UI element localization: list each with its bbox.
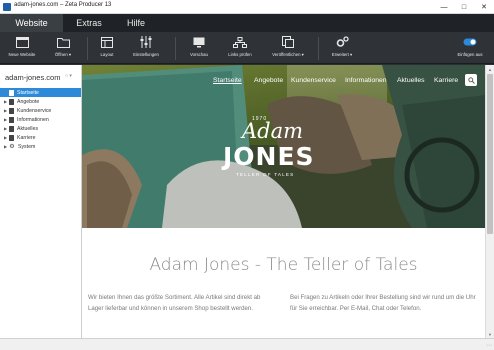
insert-toggle-label: Einfügen aus xyxy=(457,52,483,57)
open-button[interactable]: Öffnen ▾ xyxy=(46,35,80,62)
logo-tagline: TELLER OF TALES xyxy=(236,172,295,177)
tree-item-label: Startseite xyxy=(17,89,39,96)
tree-item-kundenservice[interactable]: ▶ Kundenservice xyxy=(0,106,81,115)
ribbon-separator xyxy=(175,37,176,60)
website-preview[interactable]: Startseite Angebote Kundenservice Inform… xyxy=(82,65,485,338)
scroll-thumb[interactable] xyxy=(487,74,493,234)
close-icon[interactable]: ✕ xyxy=(474,0,494,14)
resize-grip-icon[interactable]: ⋯ xyxy=(486,342,492,349)
logo-script: Adam xyxy=(242,119,304,143)
search-button[interactable] xyxy=(465,74,477,86)
publish-button[interactable]: Veröffentlichen ▾ xyxy=(266,35,310,62)
tab-website[interactable]: Website xyxy=(0,14,63,32)
settings-label: Einstellungen xyxy=(133,52,159,57)
ribbon-separator xyxy=(318,37,319,60)
site-dropdown-icon[interactable]: ○ ▾ xyxy=(65,73,72,79)
window-title: adam-jones.com – Zeta Producer 13 xyxy=(14,2,112,8)
ribbon-separator xyxy=(87,37,88,60)
toggle-icon xyxy=(463,35,477,49)
insert-toggle[interactable]: Einfügen aus xyxy=(452,35,488,62)
new-website-button[interactable]: Neue Website xyxy=(4,35,40,62)
site-tree-panel: adam-jones.com ○ ▾ Startseite ▶ Angebote… xyxy=(0,65,82,338)
open-label: Öffnen ▾ xyxy=(54,52,72,57)
ribbon-toolbar: Neue Website Öffnen ▾ Layout Einstellung… xyxy=(0,32,494,64)
nav-informationen[interactable]: Informationen xyxy=(345,77,387,84)
search-icon xyxy=(467,76,475,84)
sitemap-icon xyxy=(233,35,247,49)
layout-label: Layout xyxy=(100,52,114,57)
tree-item-karriere[interactable]: ▶ Karriere xyxy=(0,133,81,142)
tree-item-label: Aktuelles xyxy=(17,125,39,132)
nav-karriere[interactable]: Karriere xyxy=(434,77,458,84)
scroll-up-icon[interactable]: ▲ xyxy=(486,65,494,73)
vertical-scrollbar[interactable]: ▲ ▼ xyxy=(485,65,494,338)
site-navigation: Startseite Angebote Kundenservice Inform… xyxy=(82,77,485,89)
window-new-icon xyxy=(15,35,29,49)
tree-item-label: Angebote xyxy=(17,98,40,105)
page-icon xyxy=(9,125,14,132)
check-links-label: Links prüfen xyxy=(228,52,252,57)
publish-icon xyxy=(281,35,295,49)
tree-item-label: Kundenservice xyxy=(17,107,52,114)
new-website-label: Neue Website xyxy=(8,52,36,57)
tree-item-label: Karriere xyxy=(17,134,36,141)
page-tree: Startseite ▶ Angebote ▶ Kundenservice ▶ … xyxy=(0,88,81,151)
app-icon xyxy=(3,3,11,11)
tree-item-label: Informationen xyxy=(17,116,49,123)
scroll-down-icon[interactable]: ▼ xyxy=(486,330,494,338)
gears-icon xyxy=(335,35,349,49)
publish-label: Veröffentlichen ▾ xyxy=(272,52,304,57)
tree-item-angebote[interactable]: ▶ Angebote xyxy=(0,97,81,106)
check-links-button[interactable]: Links prüfen xyxy=(222,35,258,62)
page-icon xyxy=(9,107,14,114)
logo-main: JONES xyxy=(223,142,315,171)
minimize-icon[interactable]: — xyxy=(434,0,454,14)
page-icon xyxy=(9,89,14,96)
tab-extras[interactable]: Extras xyxy=(63,14,115,32)
advanced-button[interactable]: Erweitert ▾ xyxy=(327,35,357,62)
layout-button[interactable]: Layout xyxy=(94,35,120,62)
settings-button[interactable]: Einstellungen xyxy=(127,35,165,62)
tree-item-informationen[interactable]: ▶ Informationen xyxy=(0,115,81,124)
intro-text-right: Bei Fragen zu Artikeln oder Ihrer Bestel… xyxy=(290,294,476,313)
tree-item-startseite[interactable]: Startseite xyxy=(0,88,81,97)
sliders-icon xyxy=(139,35,153,49)
tree-item-aktuelles[interactable]: ▶ Aktuelles xyxy=(0,124,81,133)
nav-startseite[interactable]: Startseite xyxy=(213,77,242,84)
page-icon xyxy=(9,98,14,105)
folder-open-icon xyxy=(56,35,70,49)
nav-kundenservice[interactable]: Kundenservice xyxy=(291,77,336,84)
gear-icon: ⚙ xyxy=(9,144,15,150)
tree-item-label: System xyxy=(18,143,36,150)
tree-item-system[interactable]: ▶ ⚙ System xyxy=(0,142,81,151)
site-name: adam-jones.com xyxy=(5,73,61,82)
tab-bar: Website Extras Hilfe xyxy=(0,14,494,32)
intro-text-left: Wir bieten Ihnen das größte Sortiment. A… xyxy=(88,294,261,313)
nav-aktuelles[interactable]: Aktuelles xyxy=(397,77,425,84)
preview-button[interactable]: Vorschau xyxy=(185,35,213,62)
status-bar: ⋯ xyxy=(0,338,494,350)
page-icon xyxy=(9,134,14,141)
hero-image: Startseite Angebote Kundenservice Inform… xyxy=(82,65,485,228)
layout-icon xyxy=(100,35,114,49)
preview-label: Vorschau xyxy=(190,52,208,57)
monitor-icon xyxy=(192,35,206,49)
page-icon xyxy=(9,116,14,123)
advanced-label: Erweitert ▾ xyxy=(331,52,353,57)
maximize-icon[interactable]: □ xyxy=(454,0,474,14)
title-bar: adam-jones.com – Zeta Producer 13 — □ ✕ xyxy=(0,0,494,14)
nav-angebote[interactable]: Angebote xyxy=(254,77,283,84)
page-headline: Adam Jones - The Teller of Tales xyxy=(149,255,418,275)
tab-hilfe[interactable]: Hilfe xyxy=(115,14,157,32)
